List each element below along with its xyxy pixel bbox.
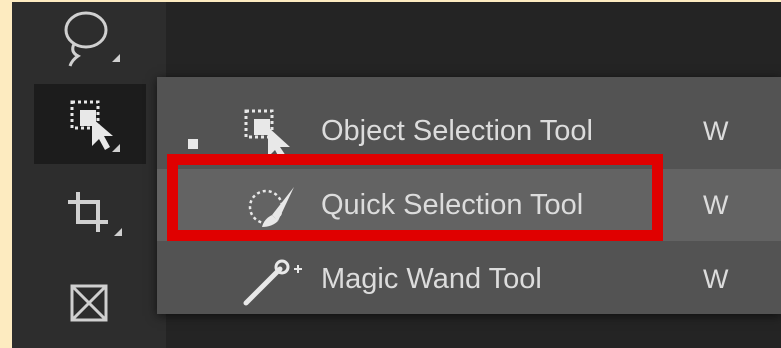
frame-icon bbox=[70, 284, 108, 322]
photoshop-workspace: Object Selection Tool W Quick Selection … bbox=[12, 2, 781, 348]
menu-item-magic-wand[interactable]: Magic Wand Tool W bbox=[157, 243, 781, 315]
object-selection-icon bbox=[70, 100, 120, 152]
crop-tool-button[interactable] bbox=[34, 172, 146, 252]
crop-icon bbox=[68, 192, 122, 236]
lasso-tool-button[interactable] bbox=[34, 2, 146, 76]
menu-item-shortcut: W bbox=[703, 264, 729, 294]
menu-item-label: Magic Wand Tool bbox=[321, 263, 542, 295]
lasso-icon bbox=[64, 11, 120, 67]
frame-tool-button[interactable] bbox=[34, 260, 146, 340]
menu-item-shortcut: W bbox=[703, 116, 729, 146]
tools-panel bbox=[12, 2, 166, 348]
object-selection-tool-button[interactable] bbox=[34, 84, 146, 164]
menu-item-shortcut: W bbox=[703, 190, 729, 220]
highlight-box bbox=[167, 154, 663, 241]
selected-bullet-icon bbox=[188, 139, 198, 149]
magic-wand-icon bbox=[242, 255, 312, 312]
